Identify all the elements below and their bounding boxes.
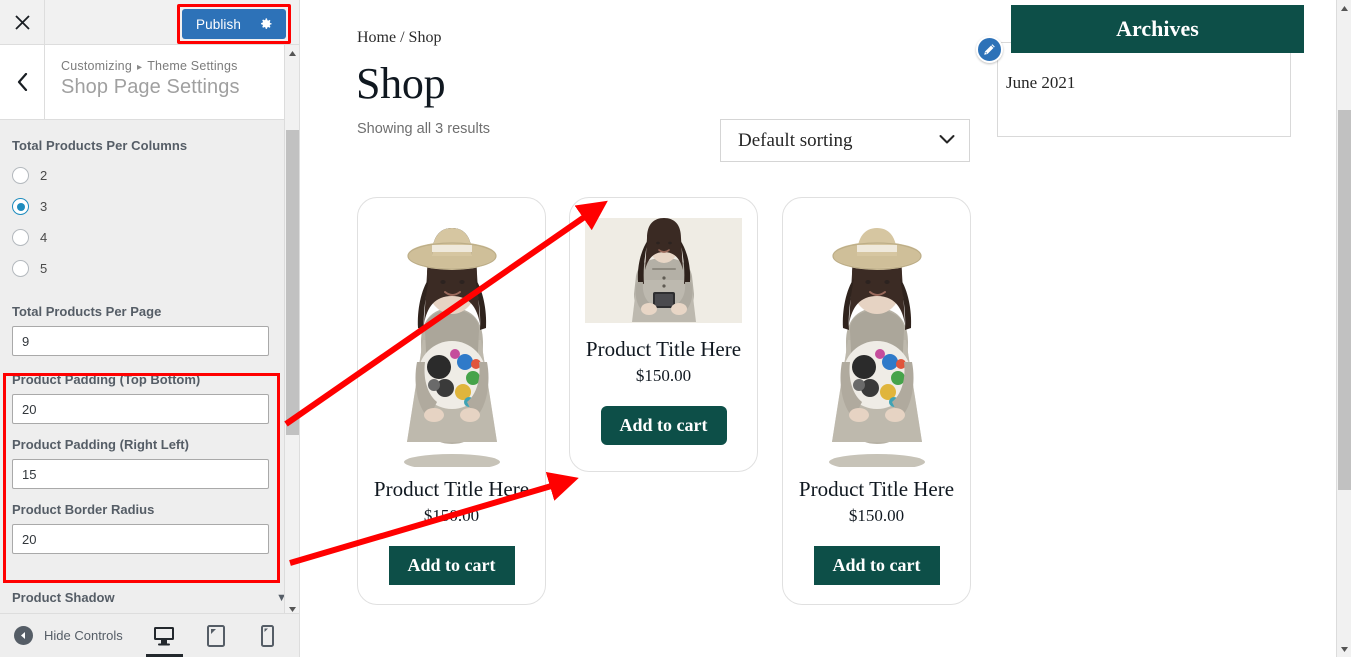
product-image[interactable] — [372, 209, 531, 467]
product-title[interactable]: Product Title Here — [586, 337, 741, 362]
customizer-screen: Publish Customizing ▸ Theme Settings Sho… — [0, 0, 1366, 657]
device-preview-switcher — [145, 621, 281, 657]
padding-right-left-label: Product Padding (Right Left) — [12, 437, 189, 452]
padding-right-left-input[interactable] — [12, 459, 269, 489]
publish-button-label: Publish — [196, 16, 241, 32]
archives-widget-title: Archives — [1116, 16, 1199, 41]
chevron-down-icon — [939, 132, 955, 150]
radio-option-4[interactable]: 4 — [12, 229, 273, 246]
preview-scrollbar[interactable] — [1336, 0, 1351, 657]
product-image[interactable] — [585, 218, 742, 323]
product-price: $150.00 — [848, 506, 905, 525]
border-radius-input[interactable] — [12, 524, 269, 554]
add-to-cart-button[interactable]: Add to cart — [388, 546, 515, 585]
hide-controls-button[interactable]: Hide Controls — [14, 626, 123, 645]
radio-4-icon[interactable] — [12, 229, 29, 246]
archives-widget-item[interactable]: June 2021 — [1006, 73, 1075, 93]
radio-3-label: 3 — [40, 199, 48, 214]
product-card[interactable]: Product Title Here $150.00 Add to cart — [357, 197, 546, 605]
preview-scrollbar-thumb[interactable] — [1338, 110, 1351, 490]
per-page-input[interactable] — [12, 326, 269, 356]
breadcrumb-root[interactable]: Customizing — [61, 59, 132, 73]
breadcrumb: Customizing ▸ Theme Settings — [61, 59, 240, 73]
radio-option-2[interactable]: 2 — [12, 167, 273, 184]
hide-controls-label: Hide Controls — [44, 628, 123, 643]
radio-4-label: 4 — [40, 230, 48, 245]
product-price: $150.00 — [635, 366, 692, 385]
radio-5-icon[interactable] — [12, 260, 29, 277]
scroll-down-icon[interactable] — [1337, 641, 1351, 657]
section-header-text: Customizing ▸ Theme Settings Shop Page Set… — [45, 45, 240, 119]
tablet-icon[interactable] — [203, 621, 229, 651]
radio-3-icon[interactable] — [12, 198, 29, 215]
sorting-dropdown[interactable]: Default sorting — [720, 119, 970, 162]
radio-option-3[interactable]: 3 — [12, 198, 273, 215]
customizer-footer: Hide Controls — [0, 613, 299, 657]
padding-top-bottom-label: Product Padding (Top Bottom) — [12, 372, 201, 387]
radio-option-5[interactable]: 5 — [12, 260, 273, 277]
sidebar-scrollbar-thumb[interactable] — [286, 130, 299, 435]
pencil-edit-icon[interactable] — [976, 36, 1003, 63]
breadcrumb-section[interactable]: Theme Settings — [147, 59, 237, 73]
customizer-topbar: Publish — [0, 0, 299, 45]
site-breadcrumb[interactable]: Home / Shop — [357, 29, 441, 47]
product-title[interactable]: Product Title Here — [374, 477, 529, 502]
per-page-label: Total Products Per Page — [12, 304, 162, 319]
publish-annotation-box: Publish — [177, 4, 291, 44]
product-title[interactable]: Product Title Here — [799, 477, 954, 502]
scroll-up-icon[interactable] — [1337, 0, 1351, 16]
border-radius-label: Product Border Radius — [12, 502, 155, 517]
chevron-left-icon[interactable] — [0, 45, 45, 119]
sidebar-scrollbar[interactable] — [284, 45, 299, 617]
product-shadow-control[interactable]: Product Shadow ▼ — [12, 590, 287, 605]
archives-widget-header: Archives — [1011, 5, 1304, 53]
product-card[interactable]: Product Title Here $150.00 Add to cart — [782, 197, 971, 605]
caret-left-circle-icon — [14, 626, 33, 645]
columns-control-label: Total Products Per Columns — [12, 138, 188, 153]
product-shadow-label: Product Shadow — [12, 590, 115, 605]
page-title: Shop Page Settings — [61, 76, 240, 98]
mobile-icon[interactable] — [255, 621, 281, 651]
gear-icon[interactable] — [259, 17, 273, 31]
radio-5-label: 5 — [40, 261, 48, 276]
close-x-icon[interactable] — [0, 0, 45, 44]
padding-top-bottom-input[interactable] — [12, 394, 269, 424]
product-card[interactable]: Product Title Here $150.00 Add to cart — [569, 197, 758, 472]
site-preview: Home / Shop Shop Showing all 3 results D… — [300, 0, 1351, 657]
product-price: $150.00 — [423, 506, 480, 525]
customizer-section-header: Customizing ▸ Theme Settings Shop Page Set… — [0, 45, 299, 120]
desktop-icon[interactable] — [145, 621, 183, 657]
radio-2-label: 2 — [40, 168, 48, 183]
scroll-up-icon[interactable] — [285, 45, 300, 61]
customizer-sidebar: Publish Customizing ▸ Theme Settings Sho… — [0, 0, 300, 657]
customizer-controls: Total Products Per Columns 2 3 4 5 Total… — [0, 120, 287, 615]
results-count: Showing all 3 results — [357, 121, 490, 137]
sorting-dropdown-value: Default sorting — [738, 129, 853, 151]
radio-2-icon[interactable] — [12, 167, 29, 184]
product-image[interactable] — [797, 209, 956, 467]
breadcrumb-separator: ▸ — [136, 62, 143, 73]
publish-button[interactable]: Publish — [182, 9, 286, 39]
shop-page-title: Shop — [356, 59, 446, 108]
add-to-cart-button[interactable]: Add to cart — [813, 546, 940, 585]
add-to-cart-button[interactable]: Add to cart — [600, 406, 727, 445]
